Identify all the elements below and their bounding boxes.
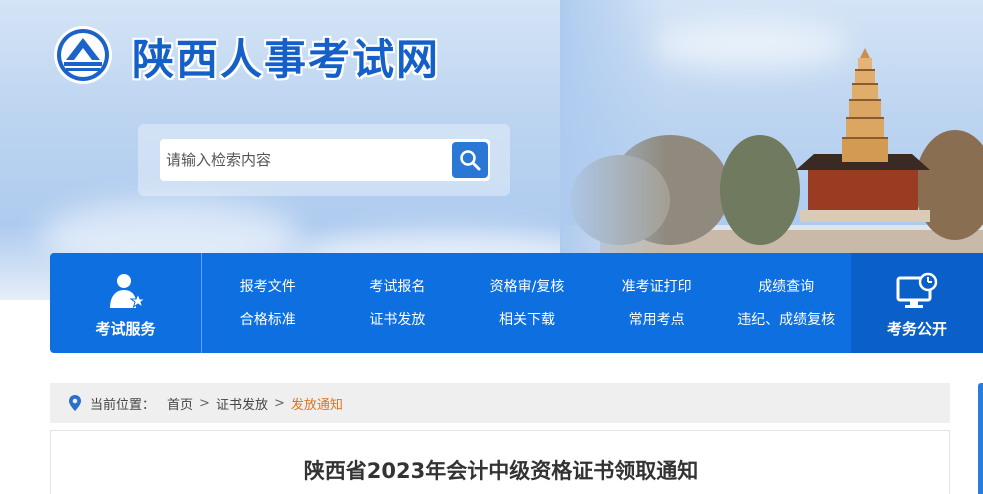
exam-service-block[interactable]: 考试服务: [50, 253, 202, 353]
nav-item-score-query[interactable]: 成绩查询: [721, 271, 851, 304]
nav-item-registration-files[interactable]: 报考文件: [203, 271, 333, 304]
nav-item-certificate-issue[interactable]: 证书发放: [333, 304, 463, 337]
search-icon: [460, 150, 481, 171]
breadcrumb-separator: >: [199, 395, 210, 411]
nav-item-violation-review[interactable]: 违纪、成绩复核: [721, 304, 851, 337]
nav-item-exam-registration[interactable]: 考试报名: [333, 271, 463, 304]
article-container: 陕西省2023年会计中级资格证书领取通知: [50, 430, 950, 494]
nav-links: 报考文件 考试报名 资格审/复核 准考证打印 成绩查询 合格标准 证书发放 相关…: [203, 271, 851, 337]
breadcrumb-separator: >: [273, 395, 285, 411]
main-navigation: 考试服务 报考文件 考试报名 资格审/复核 准考证打印 成绩查询 合格标准 证书…: [50, 253, 983, 353]
side-panel-edge: [978, 383, 983, 494]
search-input[interactable]: [160, 139, 490, 181]
article-title: 陕西省2023年会计中级资格证书领取通知: [303, 459, 699, 483]
breadcrumb-certificate-issue[interactable]: 证书发放: [216, 394, 268, 413]
exam-service-icon: [109, 274, 146, 309]
search-button[interactable]: [452, 142, 488, 178]
exam-affairs-label: 考务公开: [886, 320, 947, 338]
nav-item-qualification-review[interactable]: 资格审/复核: [462, 271, 592, 304]
nav-item-admission-ticket[interactable]: 准考证打印: [592, 271, 722, 304]
monitor-clock-icon: [896, 272, 938, 308]
nav-item-pass-standard[interactable]: 合格标准: [203, 304, 333, 337]
breadcrumb-home[interactable]: 首页: [167, 394, 193, 413]
location-pin-icon: [69, 395, 81, 411]
breadcrumb: 当前位置： 首页 > 证书发放 > 发放通知: [50, 383, 950, 423]
mountain-logo-icon: [54, 26, 112, 84]
site-title[interactable]: 陕西人事考试网: [132, 26, 440, 87]
exam-service-label: 考试服务: [95, 320, 156, 338]
breadcrumb-current: 发放通知: [290, 397, 343, 413]
nav-item-downloads[interactable]: 相关下载: [462, 304, 592, 337]
exam-affairs-block[interactable]: 考务公开: [851, 253, 983, 353]
nav-item-test-sites[interactable]: 常用考点: [592, 304, 722, 337]
breadcrumb-prefix: 当前位置：: [90, 397, 156, 413]
